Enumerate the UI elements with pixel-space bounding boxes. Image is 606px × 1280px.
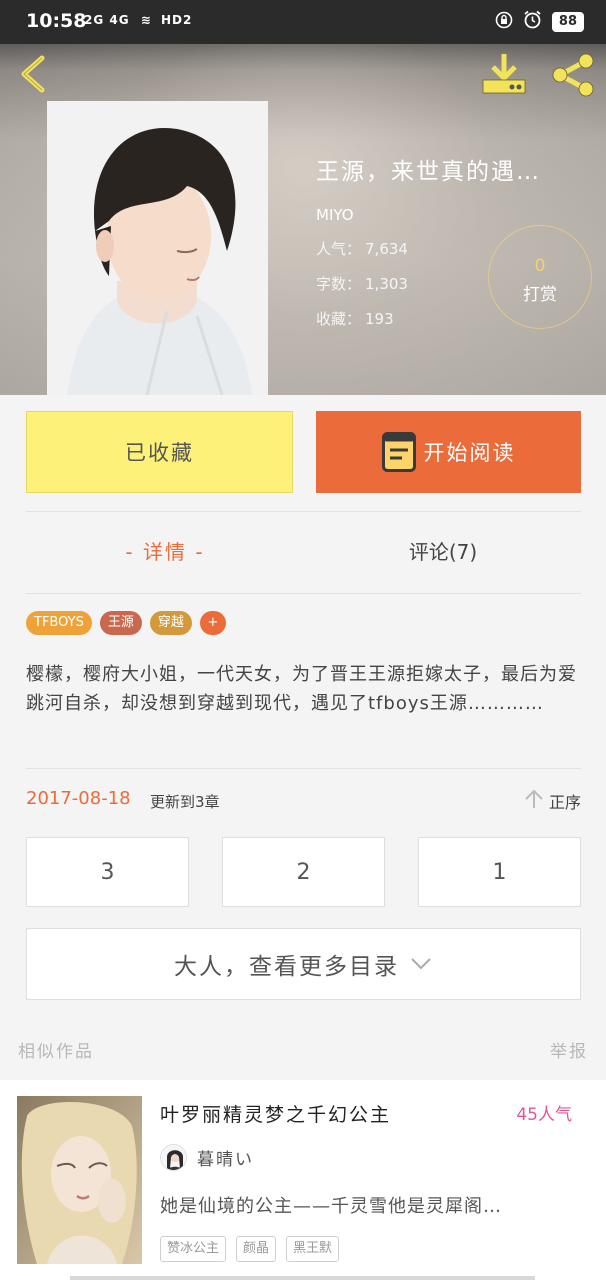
signal-text: 2G 4G: [84, 13, 130, 27]
more-toc-button[interactable]: 大人，查看更多目录: [26, 928, 581, 1000]
stat-value: 7,634: [365, 240, 408, 258]
add-tag-button[interactable]: +: [199, 611, 226, 635]
status-right-group: 88: [495, 10, 584, 33]
tip-button[interactable]: 0 打赏: [488, 225, 592, 329]
similar-author-name: 暮晴い: [197, 1150, 254, 1170]
back-icon[interactable]: [14, 52, 54, 96]
wifi-icon: ≋: [140, 13, 152, 27]
arrow-up-icon: [523, 788, 545, 814]
status-bar: 10:58 2G 4G ≋ HD2 88: [0, 0, 606, 44]
chapter-button[interactable]: 3: [26, 837, 189, 907]
book-cover-image[interactable]: [47, 101, 268, 395]
download-icon[interactable]: [480, 52, 528, 96]
sort-order-label: 正序: [548, 793, 581, 812]
update-date: 2017-08-18: [26, 788, 131, 809]
tag-item[interactable]: 王源: [99, 611, 142, 635]
synopsis: 樱檬，樱府大小姐，一代天女，为了晋王王源拒嫁太子，最后为爱跳河自杀，却没想到穿越…: [26, 664, 577, 714]
divider: [26, 593, 581, 594]
collect-button[interactable]: 已收藏: [26, 411, 293, 493]
tab-detail[interactable]: - 详情 -: [26, 512, 304, 592]
similar-book-popularity: 45人气: [516, 1105, 572, 1125]
book-author[interactable]: MIYO: [316, 206, 596, 224]
stat-value: 193: [365, 310, 394, 328]
start-reading-button[interactable]: 开始阅读: [316, 411, 581, 493]
chevron-down-icon: [409, 951, 433, 977]
stat-value: 1,303: [365, 275, 408, 293]
read-label: 开始阅读: [423, 441, 516, 465]
network-type: HD2: [161, 13, 193, 27]
similar-book-author: 暮晴い: [160, 1144, 254, 1171]
book-detail-page: 10:58 2G 4G ≋ HD2 88 王源，来世真的遇… MIYO 人气： …: [0, 0, 606, 1280]
stat-label: 收藏：: [316, 310, 362, 328]
battery-indicator: 88: [551, 11, 584, 32]
alarm-icon: [523, 10, 542, 33]
stat-label: 字数：: [316, 275, 362, 293]
signal-icon: 2G 4G ≋ HD2: [84, 13, 192, 27]
tag-item[interactable]: 穿越: [149, 611, 192, 635]
chapter-button[interactable]: 1: [418, 837, 581, 907]
similar-book-cover[interactable]: [17, 1096, 142, 1264]
update-row: 2017-08-18 更新到3章 正序: [26, 788, 581, 816]
similar-book-card[interactable]: 叶罗丽精灵梦之千幻公主 45人气 暮晴い 她是仙境的公主——千灵雪他是灵犀阁… …: [0, 1080, 606, 1280]
sort-order-button[interactable]: 正序: [523, 788, 581, 814]
collect-label: 已收藏: [125, 441, 194, 465]
lock-rotation-icon: [495, 11, 513, 33]
scroll-edge-strip: [70, 1276, 535, 1280]
tag-item[interactable]: TFBOYS: [26, 611, 92, 635]
status-time: 10:58: [26, 10, 87, 32]
similar-tag[interactable]: 颜晶: [236, 1236, 277, 1262]
similar-tag-list: 赞冰公主 颜晶 黑王默: [160, 1236, 340, 1262]
stat-label: 人气：: [316, 240, 362, 258]
similar-book-description: 她是仙境的公主——千灵雪他是灵犀阁…: [160, 1196, 502, 1217]
similar-section-label: 相似作品: [18, 1042, 94, 1062]
divider: [26, 768, 581, 769]
book-icon: [381, 432, 416, 472]
tag-list: TFBOYS 王源 穿越 +: [26, 611, 226, 635]
avatar: [160, 1144, 187, 1171]
more-toc-label: 大人，查看更多目录: [174, 954, 399, 980]
tip-label: 打赏: [523, 285, 557, 305]
update-text: 更新到3章: [150, 793, 220, 811]
similar-tag[interactable]: 黑王默: [286, 1236, 340, 1262]
similar-book-title[interactable]: 叶罗丽精灵梦之千幻公主: [160, 1100, 391, 1127]
report-link[interactable]: 举报: [550, 1037, 588, 1062]
share-icon[interactable]: [548, 52, 598, 98]
similar-tag[interactable]: 赞冰公主: [160, 1236, 227, 1262]
tip-count: 0: [534, 256, 546, 276]
chapter-button[interactable]: 2: [222, 837, 385, 907]
tab-comments[interactable]: 评论(7): [304, 512, 582, 592]
book-title: 王源，来世真的遇…: [316, 159, 541, 185]
